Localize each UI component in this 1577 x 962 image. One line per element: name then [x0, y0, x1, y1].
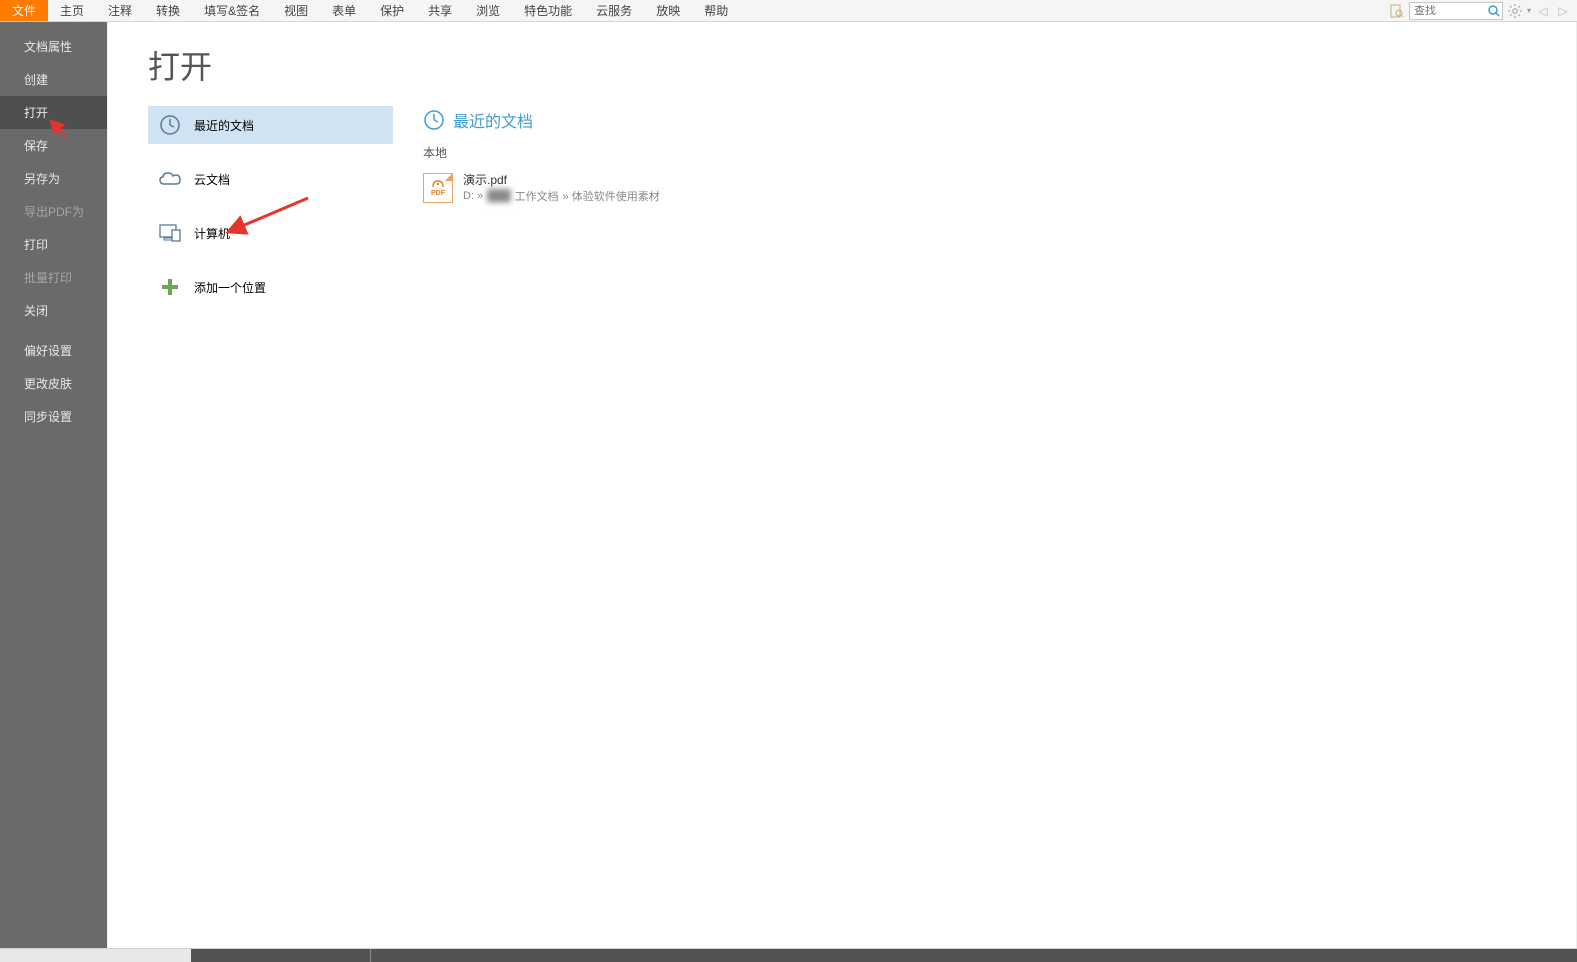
source-computer[interactable]: 计算机 [148, 214, 393, 252]
source-cloud-label: 云文档 [194, 171, 230, 188]
sidebar-item-skin[interactable]: 更改皮肤 [0, 367, 107, 400]
sidebar-item-preferences[interactable]: 偏好设置 [0, 334, 107, 367]
nav-back-icon[interactable]: ◁ [1535, 3, 1551, 19]
source-add-location[interactable]: 添加一个位置 [148, 268, 393, 306]
sidebar-item-print[interactable]: 打印 [0, 228, 107, 261]
topbar-right: ▾ ◁ ▷ [1389, 0, 1577, 21]
open-layout: 最近的文档 云文档 计算机 [148, 106, 1576, 306]
computer-icon [158, 221, 182, 245]
source-recent-label: 最近的文档 [194, 117, 254, 134]
top-menu-bar: 文件 主页 注释 转换 填写&签名 视图 表单 保护 共享 浏览 特色功能 云服… [0, 0, 1577, 22]
file-sidebar: 文档属性 创建 打开 保存 另存为 导出PDF为 打印 批量打印 关闭 偏好设置… [0, 22, 107, 948]
sidebar-item-close[interactable]: 关闭 [0, 294, 107, 327]
search-icon[interactable] [1486, 3, 1502, 19]
plus-icon [158, 275, 182, 299]
menu-share[interactable]: 共享 [416, 0, 464, 21]
menu-comment[interactable]: 注释 [96, 0, 144, 21]
menu-help[interactable]: 帮助 [692, 0, 740, 21]
clock-icon [423, 109, 445, 131]
recent-panel: 最近的文档 本地 PDF 演示.pdf D: » ███ 工作文档 » [423, 106, 1576, 306]
menu-form[interactable]: 表单 [320, 0, 368, 21]
menu-view[interactable]: 视图 [272, 0, 320, 21]
pdf-file-icon: PDF [423, 173, 453, 203]
sidebar-item-exportpdf[interactable]: 导出PDF为 [0, 195, 107, 228]
gear-icon[interactable] [1507, 3, 1523, 19]
sidebar-item-open[interactable]: 打开 [0, 96, 107, 129]
menu-convert[interactable]: 转换 [144, 0, 192, 21]
clock-icon [158, 113, 182, 137]
menu-feature[interactable]: 特色功能 [512, 0, 584, 21]
source-recent[interactable]: 最近的文档 [148, 106, 393, 144]
page-title: 打开 [148, 42, 1576, 88]
sidebar-item-save[interactable]: 保存 [0, 129, 107, 162]
menu-slideshow[interactable]: 放映 [644, 0, 692, 21]
recent-header-label: 最近的文档 [453, 108, 533, 132]
recent-header: 最近的文档 [423, 108, 1576, 132]
sidebar-item-properties[interactable]: 文档属性 [0, 30, 107, 63]
sidebar-item-sync[interactable]: 同步设置 [0, 400, 107, 433]
source-add-label: 添加一个位置 [194, 279, 266, 296]
status-segment [191, 949, 371, 962]
file-info: 演示.pdf D: » ███ 工作文档 » 体验软件使用素材 [463, 171, 660, 204]
gear-dropdown-icon[interactable]: ▾ [1527, 6, 1531, 15]
file-path: D: » ███ 工作文档 » 体验软件使用素材 [463, 188, 660, 204]
find-input[interactable] [1410, 5, 1486, 17]
nav-forward-icon[interactable]: ▷ [1555, 3, 1571, 19]
sidebar-item-create[interactable]: 创建 [0, 63, 107, 96]
find-box [1409, 2, 1503, 20]
menu-cloud[interactable]: 云服务 [584, 0, 644, 21]
open-source-list: 最近的文档 云文档 计算机 [148, 106, 393, 306]
find-doc-icon[interactable] [1389, 3, 1405, 19]
menu-home[interactable]: 主页 [48, 0, 96, 21]
source-cloud[interactable]: 云文档 [148, 160, 393, 198]
file-name: 演示.pdf [463, 171, 660, 188]
sidebar-item-batchprint[interactable]: 批量打印 [0, 261, 107, 294]
status-bar [0, 948, 1577, 962]
recent-file-row[interactable]: PDF 演示.pdf D: » ███ 工作文档 » 体验软件使用素材 [423, 167, 1576, 208]
menu-file[interactable]: 文件 [0, 0, 48, 21]
sidebar-gap [0, 327, 107, 334]
sidebar-item-saveas[interactable]: 另存为 [0, 162, 107, 195]
menu-fillsign[interactable]: 填写&签名 [192, 0, 272, 21]
source-computer-label: 计算机 [194, 225, 230, 242]
menu-browse[interactable]: 浏览 [464, 0, 512, 21]
menu-protect[interactable]: 保护 [368, 0, 416, 21]
main-area: 文档属性 创建 打开 保存 另存为 导出PDF为 打印 批量打印 关闭 偏好设置… [0, 22, 1577, 948]
open-panel: 打开 最近的文档 云文档 [107, 22, 1577, 948]
local-section-label: 本地 [423, 144, 1576, 161]
cloud-icon [158, 167, 182, 191]
